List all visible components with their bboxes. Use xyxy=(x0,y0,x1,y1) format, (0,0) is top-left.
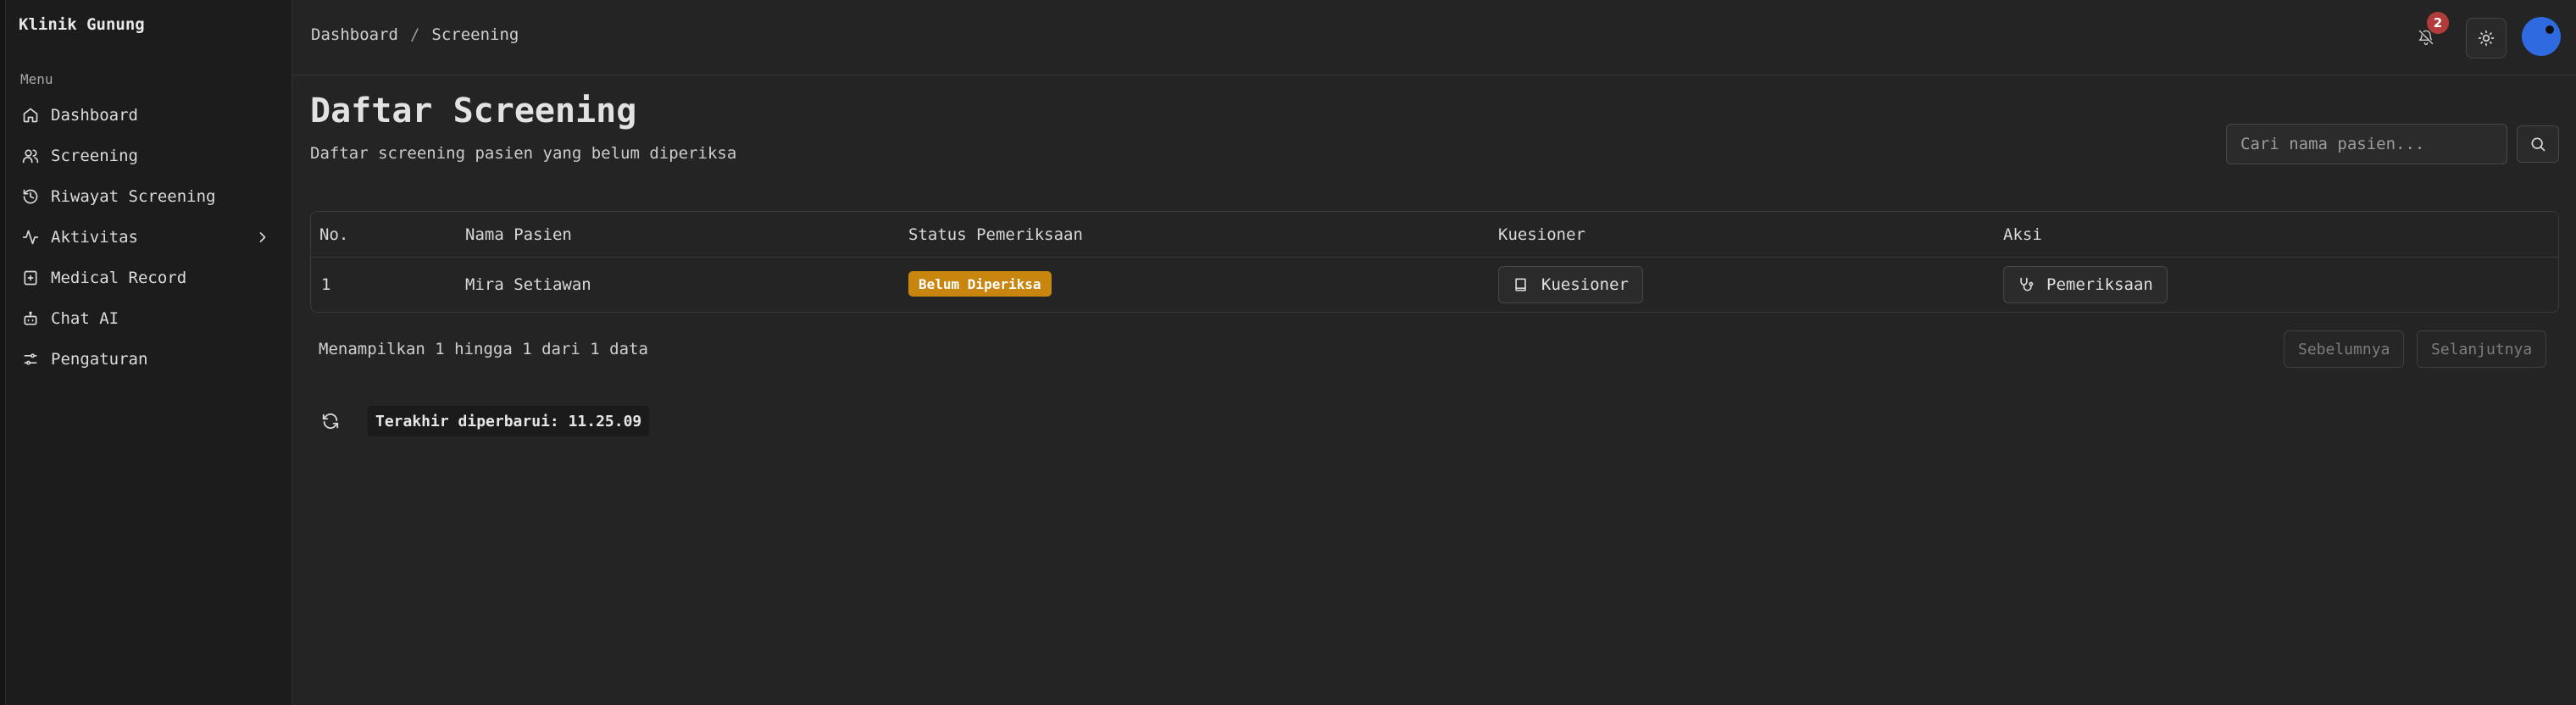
pagination-summary: Menampilkan 1 hingga 1 dari 1 data xyxy=(319,340,648,358)
screening-table xyxy=(310,211,2559,313)
sidebar-item-medical-record[interactable]: Medical Record xyxy=(14,258,280,298)
search-button[interactable] xyxy=(2517,125,2559,163)
sidebar-item-label: Dashboard xyxy=(51,106,138,125)
cell-patient-name: Mira Setiawan xyxy=(465,275,591,294)
breadcrumb: Dashboard / Screening xyxy=(311,25,519,44)
sidebar-item-label: Medical Record xyxy=(51,269,187,287)
page-title: Daftar Screening xyxy=(310,92,637,130)
kuesioner-button-label: Kuesioner xyxy=(1541,275,1629,294)
sidebar-item-screening[interactable]: Screening xyxy=(14,136,280,176)
menu-label: Menu xyxy=(20,71,53,87)
search-icon xyxy=(2531,137,2545,152)
chevron-right-icon[interactable] xyxy=(254,229,271,246)
top-header: Dashboard / Screening xyxy=(292,0,2576,75)
stethoscope-icon xyxy=(2020,277,2034,291)
column-header-kuesioner: Kuesioner xyxy=(1498,225,1585,244)
column-header-nama-pasien: Nama Pasien xyxy=(465,225,572,244)
breadcrumb-item-screening: Screening xyxy=(431,25,519,44)
table-header-divider xyxy=(311,257,2558,258)
theme-toggle-button[interactable] xyxy=(2466,18,2507,58)
refresh-button[interactable] xyxy=(317,408,344,435)
sidebar: Klinik Gunung Menu Dashboard Screening R… xyxy=(0,0,292,705)
cell-row-number: 1 xyxy=(321,275,331,294)
patient-search-input[interactable] xyxy=(2226,124,2507,164)
home-icon xyxy=(22,107,39,124)
notification-count-badge: 2 xyxy=(2427,12,2449,34)
previous-page-button[interactable]: Sebelumnya xyxy=(2284,330,2405,368)
users-icon xyxy=(22,147,39,164)
column-header-no: No. xyxy=(319,225,349,244)
breadcrumb-separator: / xyxy=(409,25,420,44)
sun-icon xyxy=(2478,30,2495,47)
status-badge: Belum Diperiksa xyxy=(908,271,1052,297)
last-updated-label: Terakhir diperbarui: 11.25.09 xyxy=(368,406,650,436)
settings-icon xyxy=(22,351,39,368)
kuesioner-button[interactable]: Kuesioner xyxy=(1498,266,1643,303)
sidebar-item-label: Chat AI xyxy=(51,309,119,328)
page-subtitle: Daftar screening pasien yang belum diper… xyxy=(310,144,737,163)
user-avatar[interactable] xyxy=(2522,17,2561,56)
sidebar-edge-strip xyxy=(0,0,6,705)
sidebar-item-pengaturan[interactable]: Pengaturan xyxy=(14,339,280,380)
medical-file-icon xyxy=(22,269,39,286)
sidebar-item-riwayat-screening[interactable]: Riwayat Screening xyxy=(14,176,280,217)
sidebar-item-label: Screening xyxy=(51,147,138,165)
bot-icon xyxy=(22,310,39,327)
pemeriksaan-button[interactable]: Pemeriksaan xyxy=(2003,266,2168,303)
sidebar-nav: Dashboard Screening Riwayat Screening Ak… xyxy=(14,95,280,380)
brand-name[interactable]: Klinik Gunung xyxy=(19,15,145,34)
sidebar-item-chat-ai[interactable]: Chat AI xyxy=(14,298,280,339)
sidebar-item-label: Pengaturan xyxy=(51,350,148,369)
sidebar-item-aktivitas[interactable]: Aktivitas xyxy=(14,217,280,258)
sidebar-item-dashboard[interactable]: Dashboard xyxy=(14,95,280,136)
breadcrumb-item-dashboard[interactable]: Dashboard xyxy=(311,25,398,44)
book-icon xyxy=(1515,278,1526,291)
history-icon xyxy=(22,188,39,205)
refresh-icon xyxy=(322,413,339,430)
column-header-aksi: Aksi xyxy=(2003,225,2042,244)
next-page-button[interactable]: Selanjutnya xyxy=(2417,330,2547,368)
sidebar-item-label: Riwayat Screening xyxy=(51,187,216,206)
column-header-status: Status Pemeriksaan xyxy=(908,225,1083,244)
pemeriksaan-button-label: Pemeriksaan xyxy=(2046,275,2153,294)
avatar-status-dot xyxy=(2545,25,2554,34)
activity-icon xyxy=(22,229,39,246)
sidebar-item-label: Aktivitas xyxy=(51,228,138,247)
